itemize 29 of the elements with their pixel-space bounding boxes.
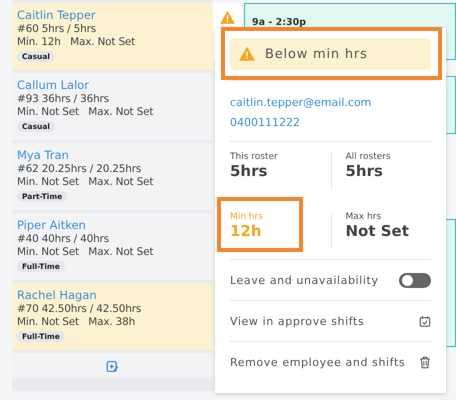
- stat-label: Max hrs: [346, 212, 382, 222]
- limits-text: Min. Not Set Max. Not Set: [17, 176, 154, 189]
- stat-label: All rosters: [346, 152, 392, 162]
- stat-value: Not Set: [346, 222, 410, 240]
- stat-value: 5hrs: [230, 162, 268, 180]
- shift-time: 9a - 2:30p: [252, 17, 306, 28]
- trash-icon[interactable]: [419, 356, 431, 368]
- limits-text: Min. Not Set Max. 38h: [17, 316, 136, 329]
- stat-label: Min hrs: [230, 212, 264, 222]
- limits-text: Min. Not Set Max. Not Set: [17, 246, 154, 259]
- calendar-check-icon[interactable]: [419, 314, 431, 328]
- warning-icon: [239, 47, 255, 61]
- add-note-icon[interactable]: [106, 360, 119, 372]
- stat-label: This roster: [230, 152, 279, 162]
- hours-text: #40 40hrs / 40hrs: [17, 233, 109, 246]
- hours-text: #62 20.25hrs / 20.25hrs: [17, 163, 142, 176]
- stat-value: 12h: [230, 222, 263, 240]
- hours-text: #60 5hrs / 5hrs: [17, 23, 96, 36]
- toggle-switch[interactable]: [399, 272, 431, 288]
- limits-text: Min. 12h Max. Not Set: [17, 36, 136, 49]
- action-label[interactable]: Remove employee and shifts: [230, 356, 406, 368]
- hours-text: #93 36hrs / 36hrs: [17, 93, 109, 106]
- limits-text: Min. Not Set Max. Not Set: [17, 106, 154, 119]
- warning-icon: [220, 11, 234, 24]
- warning-text: Below min hrs: [265, 46, 368, 62]
- action-label[interactable]: View in approve shifts: [230, 314, 364, 328]
- action-label[interactable]: Leave and unavailability: [230, 274, 379, 286]
- stat-value: 5hrs: [346, 162, 384, 180]
- hours-text: #70 42.50hrs / 42.50hrs: [17, 303, 142, 316]
